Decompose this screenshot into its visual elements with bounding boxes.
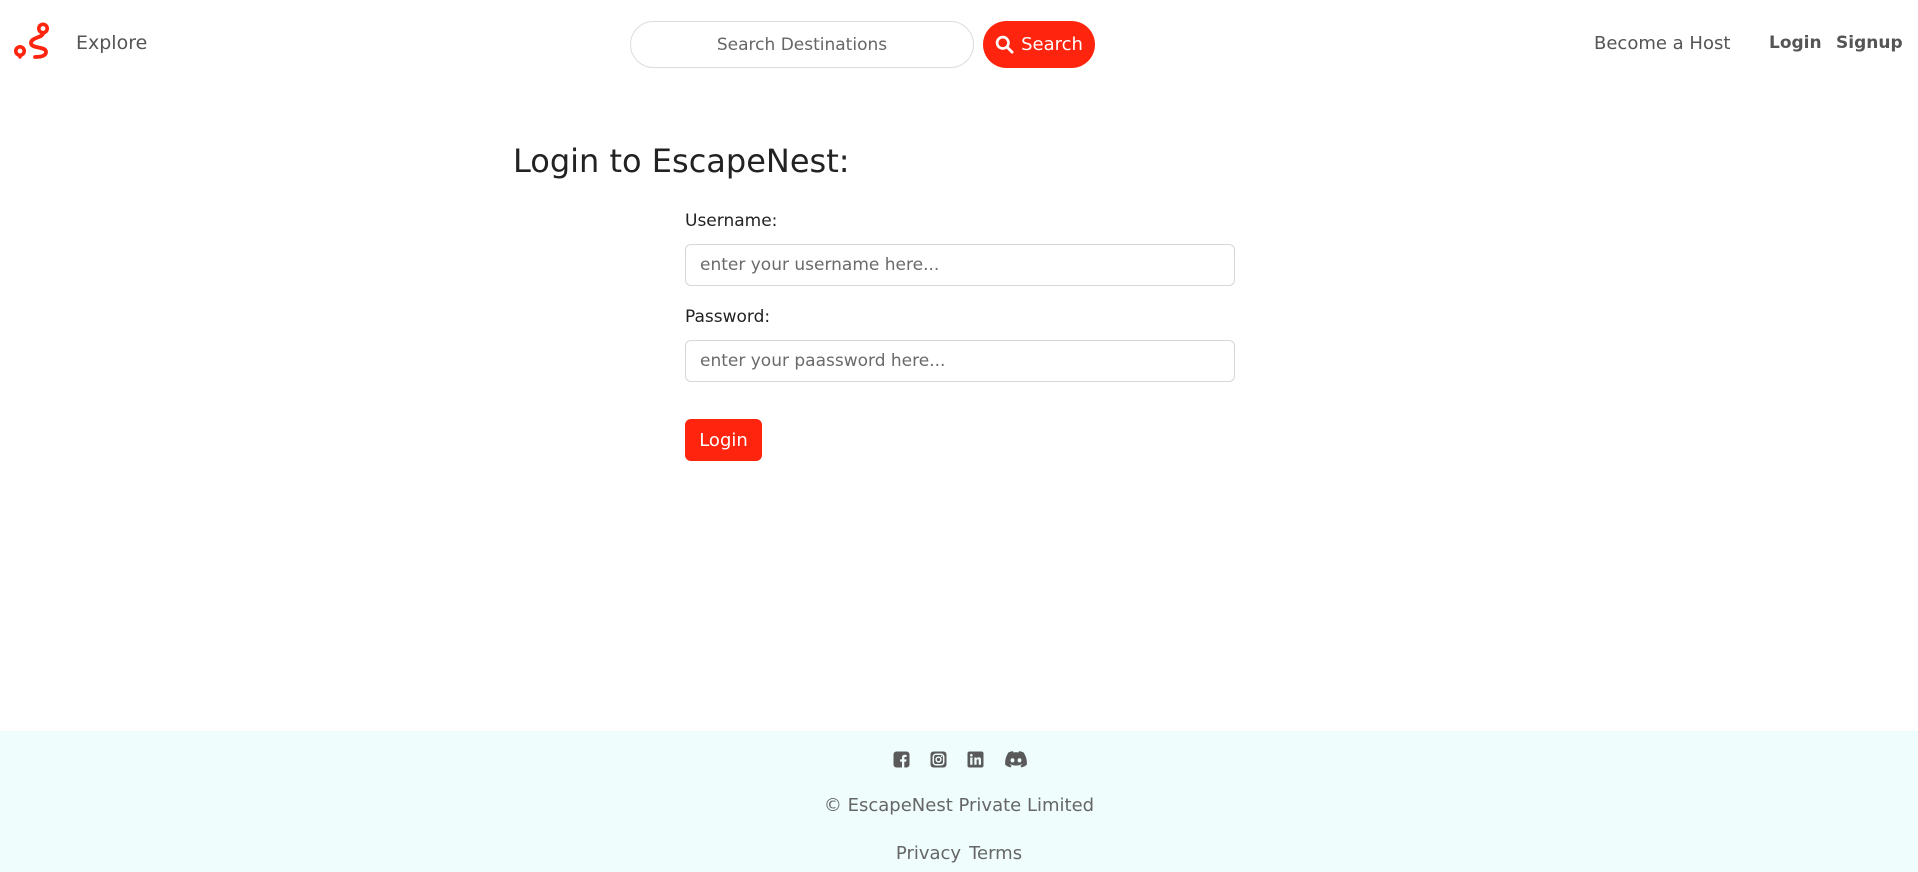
search-button[interactable]: Search xyxy=(983,21,1095,68)
instagram-icon[interactable] xyxy=(928,749,949,770)
username-field[interactable] xyxy=(685,244,1235,286)
magnifier-icon xyxy=(995,35,1014,54)
privacy-link[interactable]: Privacy xyxy=(896,843,961,864)
linkedin-icon[interactable] xyxy=(965,749,986,770)
username-label: Username: xyxy=(685,211,778,231)
facebook-icon[interactable] xyxy=(891,749,912,770)
password-field[interactable] xyxy=(685,340,1235,382)
copyright-text: © EscapeNest Private Limited xyxy=(823,795,1095,816)
search-input[interactable] xyxy=(630,21,974,68)
footer-links: Privacy Terms xyxy=(0,843,1918,864)
social-links xyxy=(0,749,1918,770)
discord-icon[interactable] xyxy=(1004,749,1028,770)
nav-login-link[interactable]: Login xyxy=(1769,33,1822,53)
nav-become-host-link[interactable]: Become a Host xyxy=(1594,33,1730,54)
terms-link[interactable]: Terms xyxy=(969,843,1022,864)
page-title: Login to EscapeNest: xyxy=(513,142,850,180)
login-button[interactable]: Login xyxy=(685,419,762,461)
nav-explore-link[interactable]: Explore xyxy=(76,32,147,54)
search-button-label: Search xyxy=(1021,34,1083,55)
footer: © EscapeNest Private Limited Privacy Ter… xyxy=(0,731,1918,872)
password-label: Password: xyxy=(685,307,771,327)
nav-signup-link[interactable]: Signup xyxy=(1836,33,1903,53)
route-logo-icon[interactable] xyxy=(12,22,52,62)
navbar: Explore Search Become a Host Login Signu… xyxy=(0,0,1918,90)
